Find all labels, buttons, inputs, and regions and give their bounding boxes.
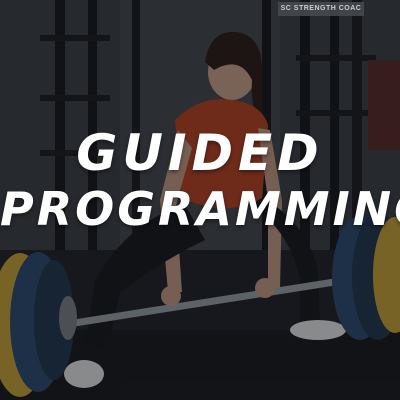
headline-line-1: GUIDED: [76, 124, 324, 182]
headline-line-2: PROGRAMMING: [0, 182, 400, 236]
headline: GUIDED PROGRAMMING: [0, 128, 400, 232]
wall-sign: SC STRENGTH COAC: [278, 2, 364, 16]
promo-tile[interactable]: SC STRENGTH COAC GUIDED PROGRAMMING: [0, 0, 400, 400]
